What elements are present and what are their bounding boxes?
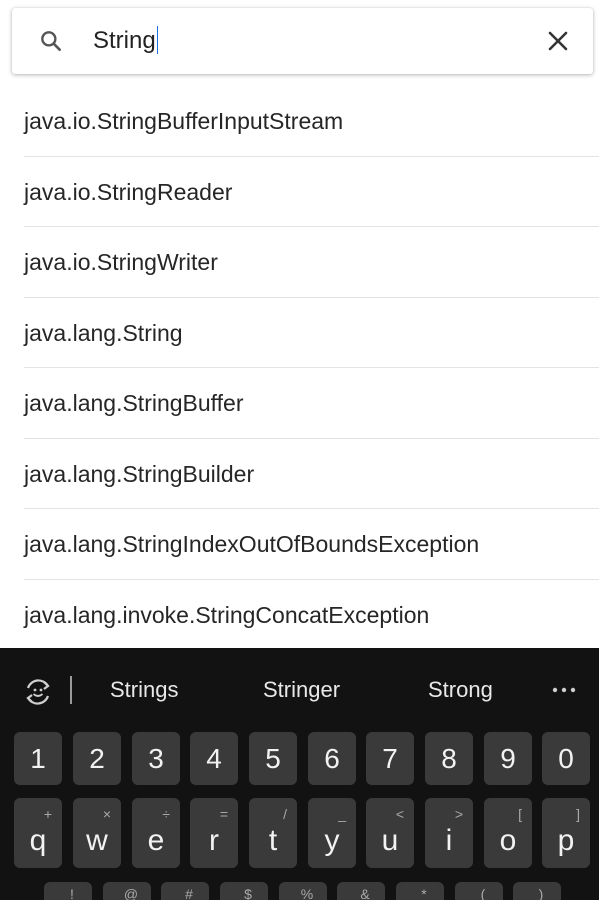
key-a[interactable]: ! xyxy=(44,882,92,900)
key-label: u xyxy=(381,824,399,857)
key-2[interactable]: 2 xyxy=(73,732,121,785)
search-results-list: java.io.StringBufferInputStream java.io.… xyxy=(0,86,599,650)
key-label: q xyxy=(29,824,47,857)
key-f[interactable]: $ xyxy=(220,882,268,900)
key-t[interactable]: / t xyxy=(249,798,297,868)
key-label: o xyxy=(499,824,517,857)
key-alt-symbol: + xyxy=(43,806,52,822)
key-alt-symbol: ] xyxy=(576,806,580,822)
key-5[interactable]: 5 xyxy=(249,732,297,785)
search-bar: String xyxy=(12,8,593,74)
key-s[interactable]: @ xyxy=(103,882,151,900)
key-l[interactable]: ) xyxy=(513,882,561,900)
key-e[interactable]: ÷ e xyxy=(132,798,180,868)
key-d[interactable]: # xyxy=(161,882,209,900)
key-y[interactable]: _ y xyxy=(308,798,356,868)
key-j[interactable]: * xyxy=(396,882,444,900)
list-item[interactable]: java.io.StringWriter xyxy=(24,227,599,298)
key-q[interactable]: + q xyxy=(14,798,62,868)
list-item[interactable]: java.lang.StringIndexOutOfBoundsExceptio… xyxy=(24,509,599,580)
more-options-icon[interactable] xyxy=(552,686,576,694)
key-3[interactable]: 3 xyxy=(132,732,180,785)
key-w[interactable]: × w xyxy=(73,798,121,868)
key-label: y xyxy=(324,824,340,857)
key-alt-symbol: ÷ xyxy=(162,806,170,822)
key-alt-symbol: @ xyxy=(123,886,139,900)
key-p[interactable]: ] p xyxy=(542,798,590,868)
key-label: p xyxy=(557,824,575,857)
key-6[interactable]: 6 xyxy=(308,732,356,785)
search-input[interactable]: String xyxy=(93,25,159,56)
key-alt-symbol: > xyxy=(454,806,463,822)
key-k[interactable]: ( xyxy=(455,882,503,900)
key-7[interactable]: 7 xyxy=(366,732,414,785)
on-screen-keyboard: Strings Stringer Strong 1 2 3 4 5 6 7 8 … xyxy=(0,648,599,900)
key-g[interactable]: % xyxy=(279,882,327,900)
key-label: t xyxy=(268,824,278,857)
key-alt-symbol: = xyxy=(219,806,228,822)
key-alt-symbol: $ xyxy=(244,886,252,900)
key-1[interactable]: 1 xyxy=(14,732,62,785)
emoji-refresh-icon[interactable] xyxy=(22,676,54,708)
suggestion-divider xyxy=(70,676,72,704)
suggestion-3[interactable]: Strong xyxy=(428,677,493,703)
list-item[interactable]: java.io.StringReader xyxy=(24,157,599,227)
key-h[interactable]: & xyxy=(337,882,385,900)
key-alt-symbol: ) xyxy=(538,886,544,900)
key-u[interactable]: < u xyxy=(366,798,414,868)
key-alt-symbol: < xyxy=(395,806,404,822)
key-alt-symbol: # xyxy=(185,886,193,900)
search-bar-container: String xyxy=(0,0,599,86)
key-4[interactable]: 4 xyxy=(190,732,238,785)
list-item[interactable]: java.lang.StringBuffer xyxy=(24,368,599,439)
suggestion-bar: Strings Stringer Strong xyxy=(0,648,599,730)
key-alt-symbol: * xyxy=(421,886,427,900)
search-icon[interactable] xyxy=(38,28,64,54)
list-item[interactable]: java.io.StringBufferInputStream xyxy=(24,86,599,157)
key-o[interactable]: [o xyxy=(484,798,532,868)
key-alt-symbol: % xyxy=(300,886,314,900)
suggestion-1[interactable]: Strings xyxy=(110,677,178,703)
key-r[interactable]: = r xyxy=(190,798,238,868)
key-alt-symbol: ( xyxy=(480,886,486,900)
key-8[interactable]: 8 xyxy=(425,732,473,785)
key-alt-symbol: & xyxy=(360,886,370,900)
key-alt-symbol: [ xyxy=(518,806,522,822)
search-input-text: String xyxy=(93,27,156,54)
list-item[interactable]: java.lang.invoke.StringConcatException xyxy=(24,580,599,651)
key-alt-symbol: × xyxy=(102,806,111,822)
text-cursor xyxy=(156,25,159,54)
key-9[interactable]: 9 xyxy=(484,732,532,785)
list-item[interactable]: java.lang.String xyxy=(24,298,599,368)
key-label: w xyxy=(86,824,108,857)
key-alt-symbol: _ xyxy=(338,806,346,822)
list-item[interactable]: java.lang.StringBuilder xyxy=(24,439,599,509)
key-alt-symbol: ! xyxy=(70,886,74,900)
key-label: e xyxy=(147,824,165,857)
key-label: i xyxy=(445,824,453,857)
suggestion-2[interactable]: Stringer xyxy=(263,677,340,703)
close-icon[interactable] xyxy=(543,26,573,56)
key-label: r xyxy=(209,824,219,857)
key-i[interactable]: > i xyxy=(425,798,473,868)
key-alt-symbol: / xyxy=(283,806,287,822)
key-0[interactable]: 0 xyxy=(542,732,590,785)
